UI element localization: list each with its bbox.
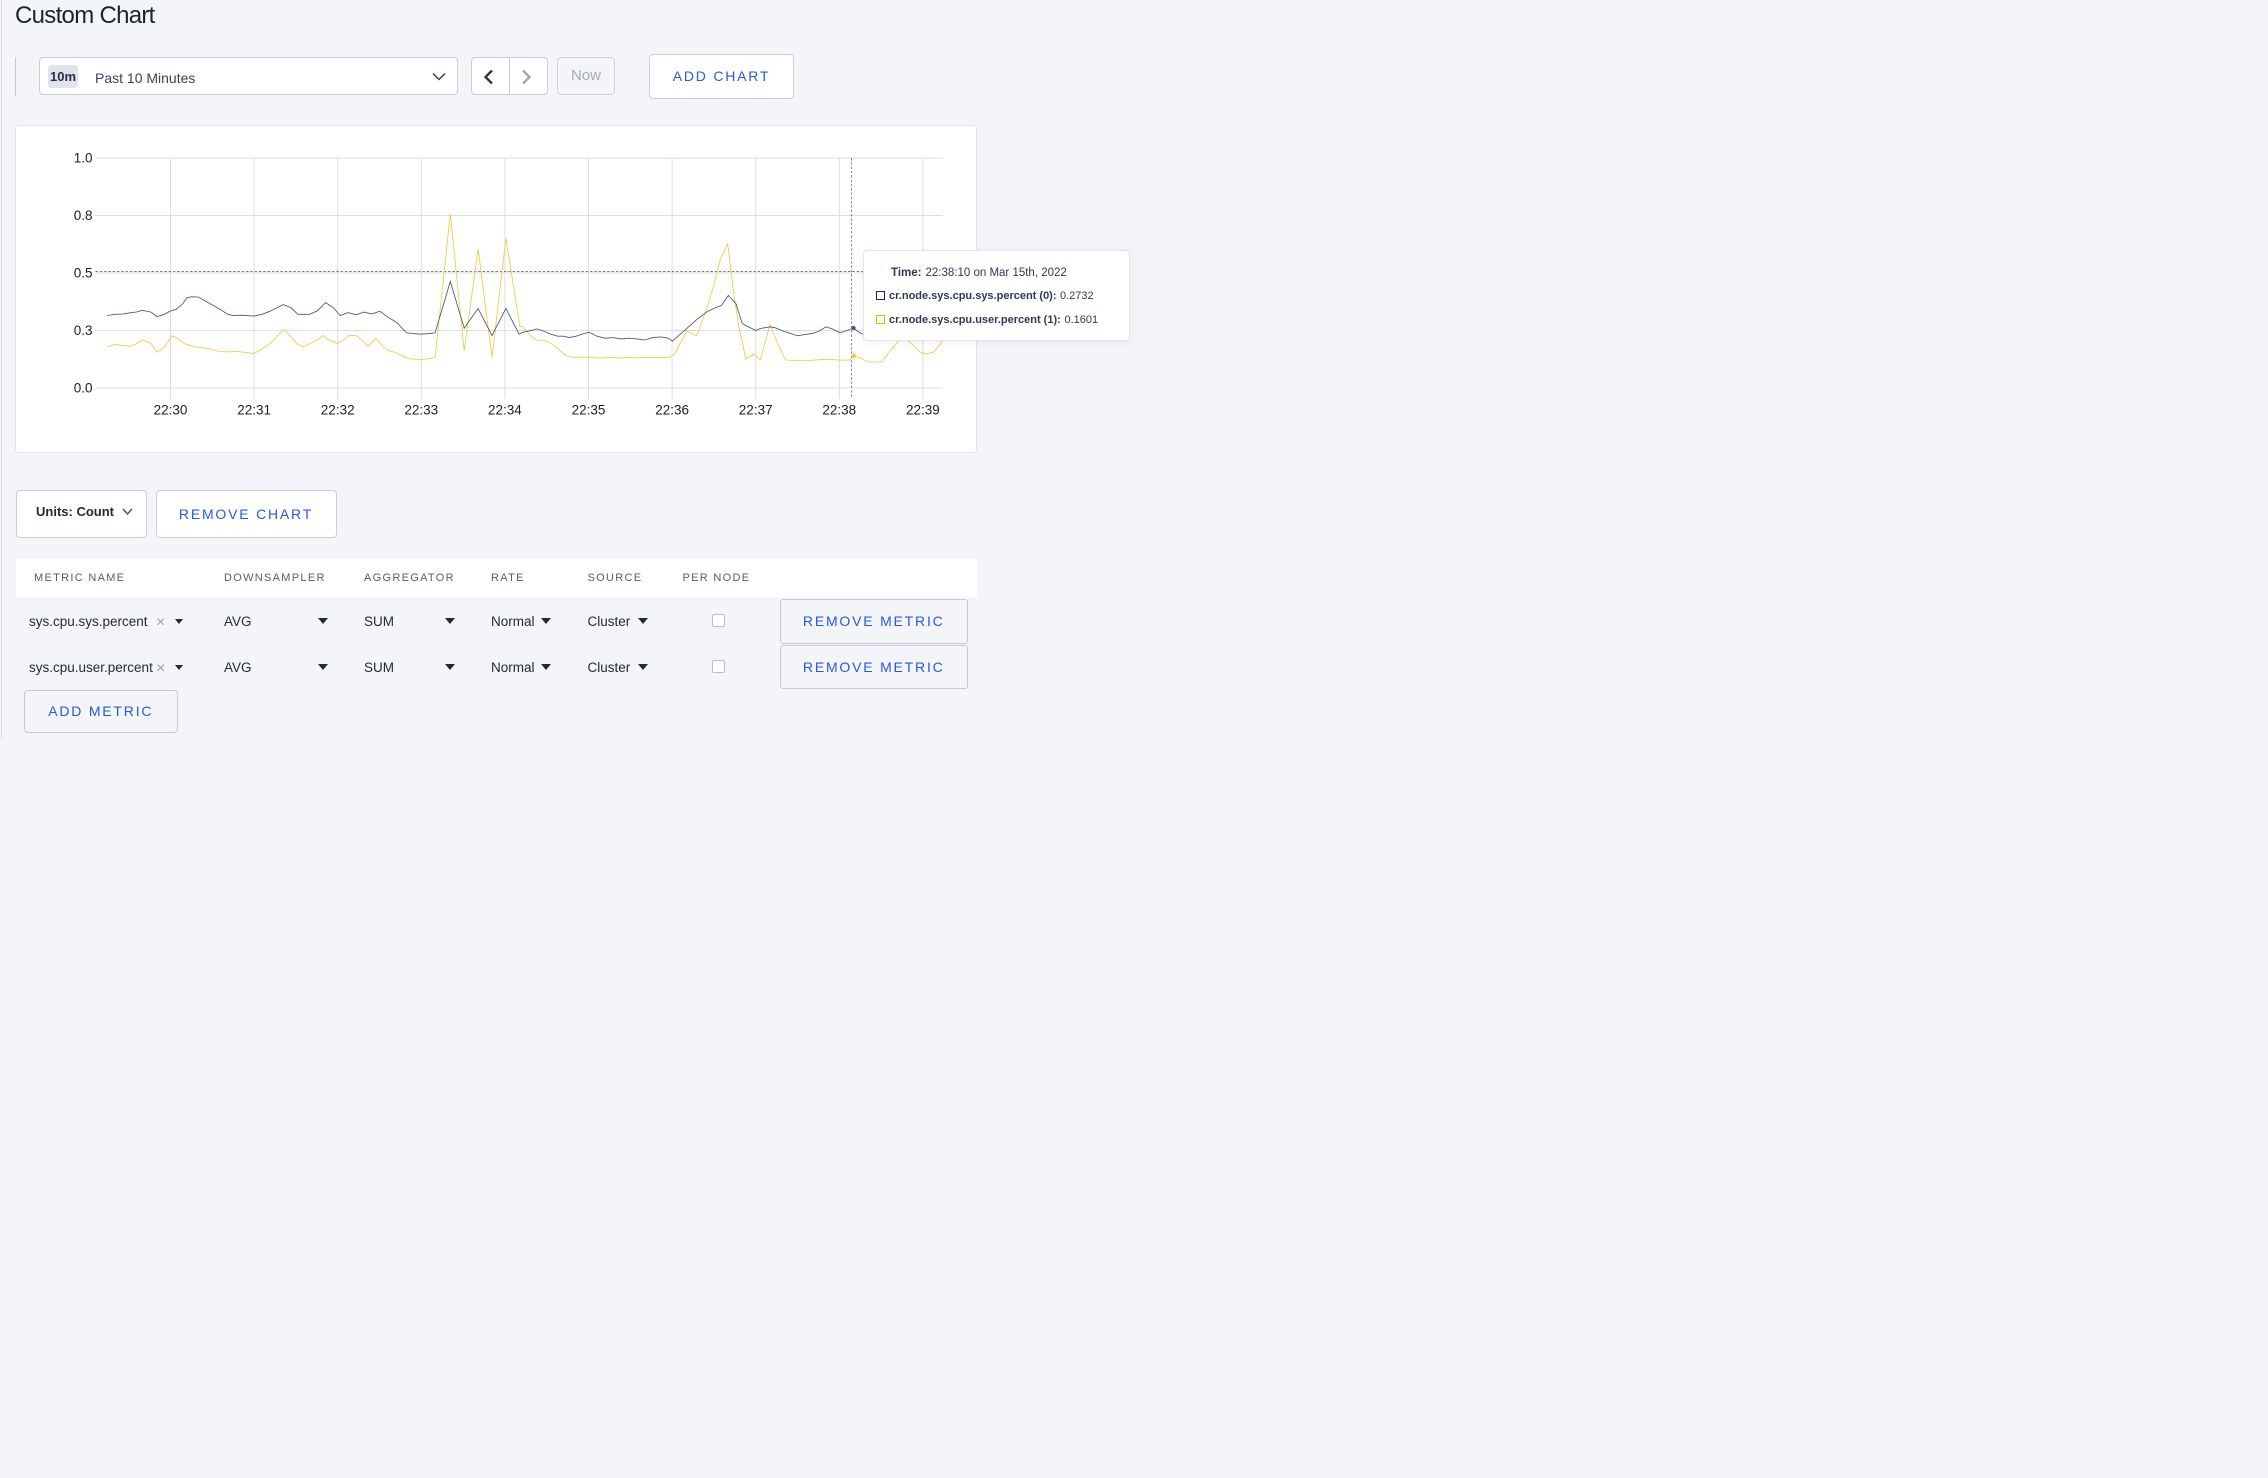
svg-text:22:37: 22:37 xyxy=(738,403,772,418)
svg-text:22:31: 22:31 xyxy=(237,403,271,418)
svg-text:0.0: 0.0 xyxy=(73,381,92,396)
svg-text:22:36: 22:36 xyxy=(655,403,689,418)
svg-text:22:34: 22:34 xyxy=(488,403,522,418)
svg-text:22:33: 22:33 xyxy=(404,403,438,418)
svg-text:22:35: 22:35 xyxy=(571,403,605,418)
svg-text:0.5: 0.5 xyxy=(73,266,92,281)
svg-text:0.8: 0.8 xyxy=(73,208,92,223)
svg-text:22:38: 22:38 xyxy=(822,403,856,418)
svg-text:22:39: 22:39 xyxy=(906,403,940,418)
svg-text:22:32: 22:32 xyxy=(320,403,354,418)
svg-text:22:30: 22:30 xyxy=(153,403,187,418)
svg-text:1.0: 1.0 xyxy=(73,151,92,166)
svg-text:0.3: 0.3 xyxy=(73,323,92,338)
